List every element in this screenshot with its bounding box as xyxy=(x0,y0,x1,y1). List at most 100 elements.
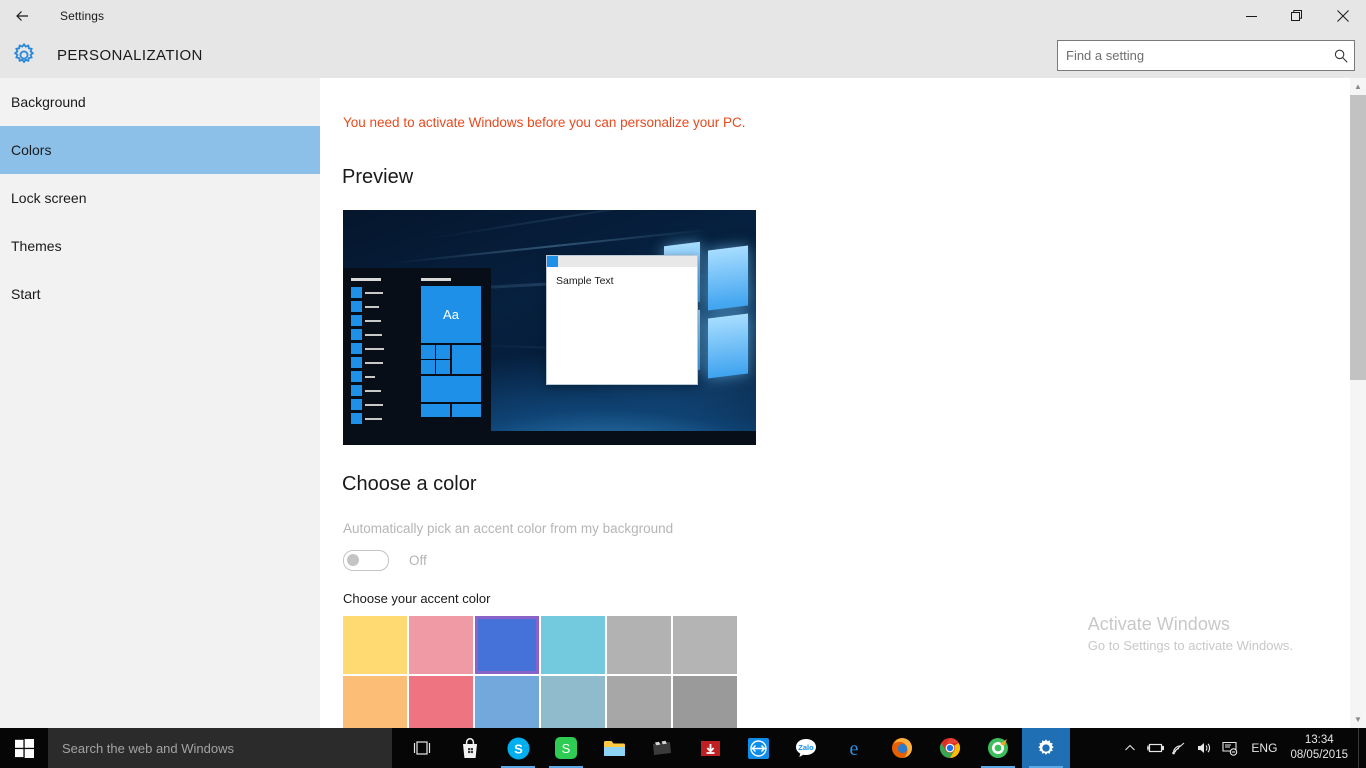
show-desktop-button[interactable] xyxy=(1358,728,1366,768)
firefox-icon[interactable] xyxy=(878,728,926,768)
activation-warning: You need to activate Windows before you … xyxy=(343,115,746,130)
page-title: PERSONALIZATION xyxy=(57,46,203,64)
speaker-icon[interactable] xyxy=(1192,728,1217,768)
toggle-knob xyxy=(347,554,359,566)
search-input[interactable] xyxy=(1058,42,1328,69)
sidebar-item-label: Themes xyxy=(11,238,62,254)
maximize-restore-button[interactable] xyxy=(1274,0,1320,32)
preview-tile-row xyxy=(421,404,481,417)
header-bar: PERSONALIZATION xyxy=(0,32,1366,78)
settings-window: Settings PERSONALIZATION Find a setting … xyxy=(0,0,1366,768)
settings-icon[interactable] xyxy=(1022,728,1070,768)
watermark-title: Activate Windows xyxy=(1087,614,1230,634)
accent-color-grid xyxy=(343,616,737,728)
sidebar-item-themes[interactable]: Themes xyxy=(0,222,320,270)
preview-tiles: Aa xyxy=(421,278,481,417)
svg-text:S: S xyxy=(562,741,571,756)
scroll-down-arrow-icon[interactable]: ▼ xyxy=(1350,711,1366,728)
wifi-icon[interactable] xyxy=(1167,728,1192,768)
auto-accent-state: Off xyxy=(409,553,427,568)
skype-icon[interactable]: S xyxy=(494,728,542,768)
sidebar-item-start[interactable]: Start xyxy=(0,270,320,318)
preview-tile-group xyxy=(421,345,450,374)
accent-swatch[interactable] xyxy=(409,676,473,728)
clock-date: 08/05/2015 xyxy=(1290,749,1348,761)
content-scrollbar[interactable]: ▲ ▼ xyxy=(1350,78,1366,728)
accent-swatch[interactable] xyxy=(409,616,473,674)
sidebar-item-label: Background xyxy=(11,94,86,110)
sidebar-navigation: Background Colors Lock screen Themes Sta… xyxy=(0,78,320,728)
auto-accent-label: Automatically pick an accent color from … xyxy=(343,521,674,536)
watermark-subtitle: Go to Settings to activate Windows. xyxy=(1087,638,1293,653)
taskbar-search-placeholder: Search the web and Windows xyxy=(62,740,234,756)
accent-swatch[interactable] xyxy=(541,616,605,674)
task-view-icon[interactable] xyxy=(398,728,446,768)
main-content: You need to activate Windows before you … xyxy=(320,78,1350,728)
preview-app-labels xyxy=(365,292,385,432)
clock[interactable]: 13:34 08/05/2015 xyxy=(1286,733,1358,763)
language-indicator[interactable]: ENG xyxy=(1242,741,1286,755)
show-hidden-icons-chevron[interactable] xyxy=(1117,728,1142,768)
preview-tile-wide xyxy=(421,376,481,402)
sidebar-item-label: Start xyxy=(11,286,41,302)
svg-text:Zalo: Zalo xyxy=(798,743,814,752)
taskbar-search-box[interactable]: Search the web and Windows xyxy=(48,728,392,768)
svg-text:S: S xyxy=(514,741,523,756)
taskbar: Search the web and Windows S S Zalo e EN… xyxy=(0,728,1366,768)
teamviewer-icon[interactable] xyxy=(734,728,782,768)
accent-swatch[interactable] xyxy=(475,676,539,728)
close-button[interactable] xyxy=(1320,0,1366,32)
file-explorer-icon[interactable] xyxy=(590,728,638,768)
accent-swatch[interactable] xyxy=(673,616,737,674)
coccoc-icon[interactable] xyxy=(974,728,1022,768)
window-title: Settings xyxy=(60,9,105,23)
accent-swatch[interactable] xyxy=(343,616,407,674)
accent-swatch[interactable] xyxy=(673,676,737,728)
svg-text:e: e xyxy=(850,738,859,759)
minimize-button[interactable] xyxy=(1228,0,1274,32)
scroll-up-arrow-icon[interactable]: ▲ xyxy=(1350,78,1366,95)
sidebar-item-lock-screen[interactable]: Lock screen xyxy=(0,174,320,222)
activate-windows-watermark: Activate Windows Go to Settings to activ… xyxy=(1088,614,1293,653)
preview-sample-window: Sample Text xyxy=(546,255,698,385)
preview-window-titlebar xyxy=(547,256,697,267)
accent-swatch[interactable] xyxy=(607,616,671,674)
accent-swatch[interactable] xyxy=(475,616,539,674)
preview-taskbar xyxy=(343,431,756,445)
auto-accent-toggle[interactable] xyxy=(343,550,389,571)
accent-swatch[interactable] xyxy=(607,676,671,728)
choose-color-heading: Choose a color xyxy=(342,473,477,495)
accent-color-heading: Choose your accent color xyxy=(343,591,491,606)
scrollbar-thumb[interactable] xyxy=(1350,95,1366,380)
accent-swatch[interactable] xyxy=(343,676,407,728)
sidebar-item-label: Lock screen xyxy=(11,190,87,206)
title-bar: Settings xyxy=(0,0,1366,32)
preview-heading: Preview xyxy=(342,166,414,188)
preview-sample-text: Sample Text xyxy=(556,275,614,287)
download-manager-icon[interactable] xyxy=(686,728,734,768)
sidebar-item-background[interactable]: Background xyxy=(0,78,320,126)
back-button[interactable] xyxy=(0,0,46,32)
desktop-preview: Aa Sample Text xyxy=(343,210,756,445)
edge-icon[interactable]: e xyxy=(830,728,878,768)
zalo-icon[interactable]: Zalo xyxy=(782,728,830,768)
battery-icon[interactable] xyxy=(1142,728,1167,768)
preview-start-menu: Aa xyxy=(343,268,491,445)
clock-time: 13:34 xyxy=(1304,734,1334,746)
system-tray: ENG 13:34 08/05/2015 xyxy=(1117,728,1366,768)
search-icon[interactable] xyxy=(1328,49,1354,63)
chrome-icon[interactable] xyxy=(926,728,974,768)
sublime-text-icon[interactable]: S xyxy=(542,728,590,768)
window-controls xyxy=(1228,0,1366,32)
taskbar-icons: S S Zalo e xyxy=(398,728,1070,768)
start-button[interactable] xyxy=(0,728,48,768)
action-center-icon[interactable] xyxy=(1217,728,1242,768)
sidebar-item-colors[interactable]: Colors xyxy=(0,126,320,174)
find-setting-box[interactable] xyxy=(1057,40,1355,71)
preview-tile-large: Aa xyxy=(421,286,481,343)
store-icon[interactable] xyxy=(446,728,494,768)
gear-icon xyxy=(0,32,48,78)
accent-swatch[interactable] xyxy=(541,676,605,728)
auto-accent-toggle-row: Off xyxy=(343,550,427,571)
media-player-icon[interactable] xyxy=(638,728,686,768)
